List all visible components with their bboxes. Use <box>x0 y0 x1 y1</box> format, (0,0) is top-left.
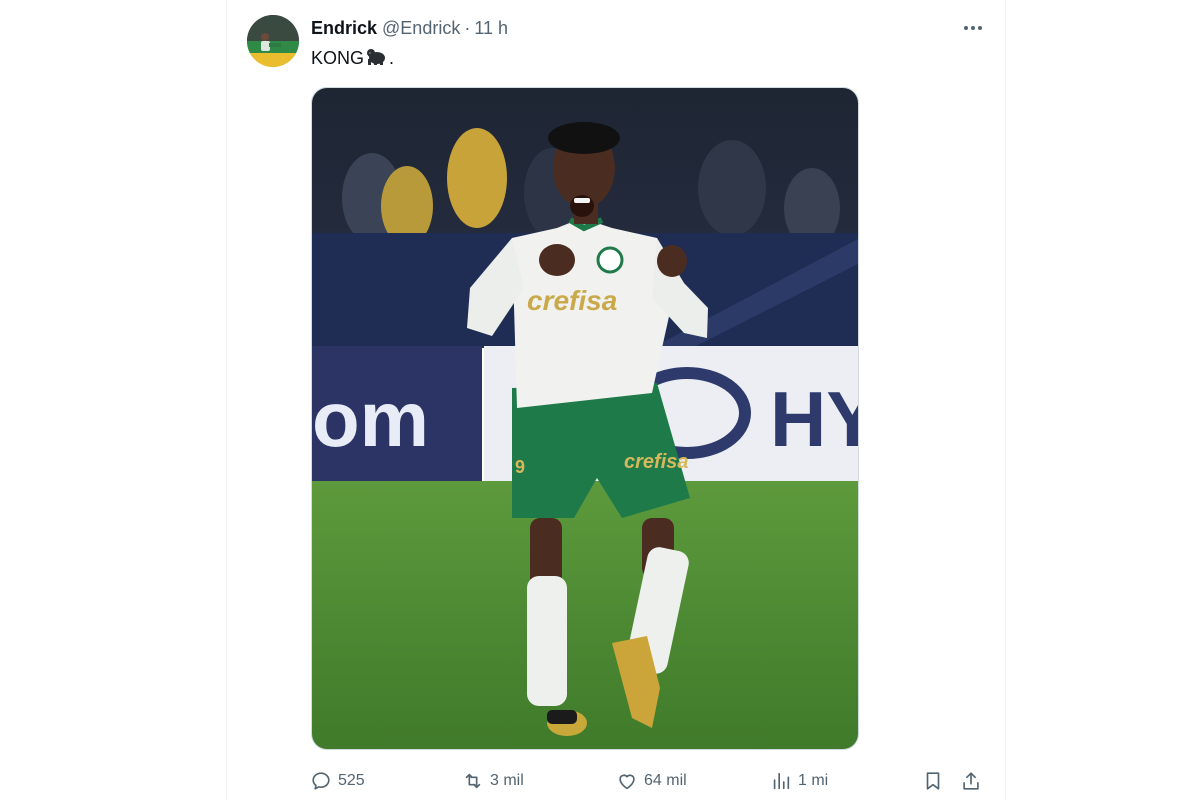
shorts-sponsor-text: crefisa <box>624 451 689 473</box>
share-button[interactable] <box>960 766 982 796</box>
gorilla-icon <box>365 47 387 70</box>
player-celebration-image: om HY crefisa 9 <box>312 88 859 749</box>
shorts-number-text: 9 <box>515 457 525 477</box>
avatar[interactable] <box>247 15 299 67</box>
views-count: 1 mi <box>798 772 829 789</box>
like-count: 64 mil <box>644 772 687 789</box>
tweet-text: KONG . <box>311 47 394 70</box>
reply-button[interactable]: 525 <box>310 766 365 796</box>
bookmark-button[interactable] <box>922 766 944 796</box>
board-left-text: om <box>312 375 429 463</box>
tweet-header: Endrick @Endrick · 11 h <box>311 17 508 39</box>
heart-icon <box>619 774 635 790</box>
tweet-text-suffix: . <box>389 48 395 68</box>
reply-count: 525 <box>338 772 365 789</box>
board-right-text: HY <box>770 375 859 463</box>
views-button[interactable]: 1 mi <box>770 766 828 796</box>
more-dots-icon <box>964 26 982 30</box>
retweet-button[interactable]: 3 mil <box>462 766 524 796</box>
tweet-photo[interactable]: om HY crefisa 9 <box>311 87 859 750</box>
tweet-text-main: KONG <box>311 48 365 68</box>
timestamp[interactable]: 11 h <box>474 18 508 39</box>
views-chart-icon <box>773 772 790 790</box>
tweet-actions: 525 3 mil 64 mil 1 mi <box>300 766 1000 796</box>
jersey-sponsor-text: crefisa <box>527 285 617 316</box>
user-handle[interactable]: @Endrick <box>382 18 460 39</box>
retweet-icon <box>465 773 481 789</box>
retweet-count: 3 mil <box>490 772 524 789</box>
like-button[interactable]: 64 mil <box>616 766 687 796</box>
display-name[interactable]: Endrick <box>311 18 377 39</box>
reply-icon <box>312 772 330 790</box>
share-icon <box>963 772 979 790</box>
bookmark-icon <box>926 772 940 790</box>
more-options-button[interactable] <box>961 16 985 40</box>
avatar-image <box>247 15 299 67</box>
separator-dot: · <box>464 17 471 38</box>
